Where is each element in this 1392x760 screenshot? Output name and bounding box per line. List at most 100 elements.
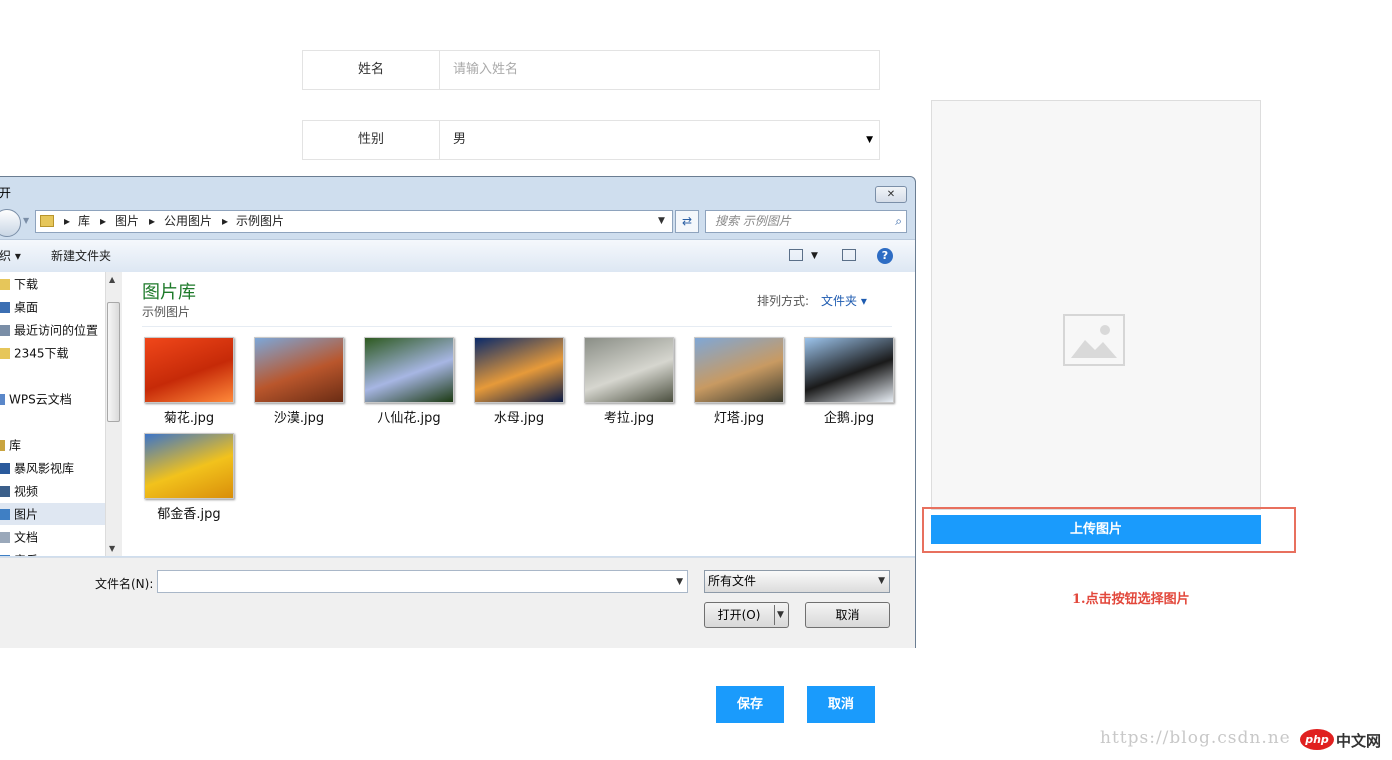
chevron-down-icon[interactable]: ▼ — [658, 211, 665, 232]
video-icon — [0, 486, 10, 497]
divider — [142, 326, 892, 327]
sidebar-item-pictures[interactable]: 图片 — [0, 503, 105, 525]
file-thumbnail[interactable] — [144, 337, 234, 403]
file-item[interactable]: 菊花.jpg — [141, 337, 237, 426]
breadcrumb-item[interactable]: 库 — [78, 211, 90, 232]
sidebar-item-wps-cloud[interactable]: WPS云文档 — [0, 388, 105, 410]
sidebar-item-label: WPS云文档 — [9, 392, 72, 407]
file-thumbnail[interactable] — [694, 337, 784, 403]
desktop-icon — [0, 302, 10, 313]
sidebar-scrollbar[interactable]: ▲ ▼ — [105, 272, 122, 556]
file-name[interactable]: 郁金香.jpg — [141, 503, 237, 522]
upload-tip: 1.点击按钮选择图片 — [1072, 592, 1190, 607]
gender-select[interactable]: 男 — [453, 121, 466, 159]
address-bar[interactable]: ▸ 库 ▸ 图片 ▸ 公用图片 ▸ 示例图片 ▼ — [35, 210, 673, 233]
breadcrumb-separator[interactable]: ▸ — [149, 211, 155, 232]
file-thumbnail[interactable] — [254, 337, 344, 403]
file-thumbnail[interactable] — [364, 337, 454, 403]
refresh-icon[interactable]: ⇄ — [675, 210, 699, 233]
file-item[interactable]: 考拉.jpg — [581, 337, 677, 426]
chevron-down-icon[interactable]: ▼ — [777, 603, 784, 627]
scroll-up-icon[interactable]: ▲ — [109, 275, 115, 284]
sidebar-item-music[interactable]: 音乐 — [0, 549, 105, 556]
file-item[interactable]: 企鹅.jpg — [801, 337, 897, 426]
view-options-icon[interactable] — [789, 249, 803, 261]
sidebar-item-label: 库 — [9, 438, 22, 453]
file-name[interactable]: 水母.jpg — [471, 407, 567, 426]
filename-label: 文件名(N): — [95, 577, 154, 591]
file-item[interactable]: 郁金香.jpg — [141, 433, 237, 522]
sidebar-item-label: 音乐 — [14, 554, 38, 557]
file-thumbnail[interactable] — [584, 337, 674, 403]
breadcrumb-item[interactable]: 公用图片 — [164, 211, 212, 232]
save-button[interactable]: 保存 — [716, 686, 784, 723]
file-name[interactable]: 考拉.jpg — [581, 407, 677, 426]
search-icon[interactable]: ⌕ — [895, 211, 902, 232]
file-name[interactable]: 灯塔.jpg — [691, 407, 787, 426]
breadcrumb-separator[interactable]: ▸ — [64, 211, 70, 232]
cloud-doc-icon — [0, 394, 5, 405]
sort-label: 排列方式: — [757, 294, 810, 308]
sidebar-item-recent[interactable]: 最近访问的位置 — [0, 319, 105, 341]
sidebar-item-2345-downloads[interactable]: 2345下载 — [0, 342, 105, 364]
sidebar-item-label: 图片 — [14, 507, 39, 522]
help-icon[interactable]: ? — [877, 248, 893, 264]
breadcrumb-separator[interactable]: ▸ — [222, 211, 228, 232]
sidebar-item-baofeng[interactable]: 暴风影视库 — [0, 457, 105, 479]
file-thumbnail[interactable] — [804, 337, 894, 403]
file-item[interactable]: 沙漠.jpg — [251, 337, 347, 426]
file-open-dialog: 开 ✕ ▼ ▸ 库 ▸ 图片 ▸ 公用图片 ▸ 示例图片 ▼ ⇄ 搜索 示例图片… — [0, 176, 916, 648]
file-item[interactable]: 八仙花.jpg — [361, 337, 457, 426]
chevron-down-icon[interactable]: ▼ — [676, 571, 683, 594]
breadcrumb-item[interactable]: 图片 — [115, 211, 139, 232]
breadcrumb-separator[interactable]: ▸ — [100, 211, 106, 232]
php-logo-icon: php — [1300, 729, 1334, 750]
sidebar-item-documents[interactable]: 文档 — [0, 526, 105, 548]
file-name[interactable]: 菊花.jpg — [141, 407, 237, 426]
sidebar-item-desktop[interactable]: 桌面 — [0, 296, 105, 318]
library-subtitle: 示例图片 — [142, 305, 191, 319]
file-thumbnail[interactable] — [474, 337, 564, 403]
file-name[interactable]: 企鹅.jpg — [801, 407, 897, 426]
dialog-cancel-button[interactable]: 取消 — [805, 602, 890, 628]
chevron-down-icon[interactable]: ▼ — [866, 121, 873, 159]
sidebar-item-label: 暴风影视库 — [14, 461, 75, 476]
history-dropdown-icon[interactable]: ▼ — [23, 216, 29, 225]
file-name[interactable]: 沙漠.jpg — [251, 407, 347, 426]
file-item[interactable]: 水母.jpg — [471, 337, 567, 426]
sidebar-item-libraries[interactable]: 库 — [0, 434, 105, 456]
sidebar-item-videos[interactable]: 视频 — [0, 480, 105, 502]
name-label: 姓名 — [303, 51, 440, 89]
preview-pane-icon[interactable] — [842, 249, 856, 261]
sidebar-item-label: 文档 — [14, 530, 39, 545]
back-button[interactable] — [0, 209, 21, 237]
close-icon[interactable]: ✕ — [875, 186, 907, 203]
gender-label: 性别 — [303, 121, 440, 159]
name-row: 姓名 请输入姓名 — [302, 50, 880, 90]
chevron-down-icon[interactable]: ▼ — [878, 571, 885, 592]
search-input[interactable]: 搜索 示例图片 ⌕ — [705, 210, 907, 233]
divider — [774, 605, 775, 625]
filename-input[interactable]: ▼ — [157, 570, 688, 593]
file-item[interactable]: 灯塔.jpg — [691, 337, 787, 426]
sidebar-item-downloads[interactable]: 下载 — [0, 273, 105, 295]
breadcrumb-item[interactable]: 示例图片 — [236, 211, 284, 232]
sidebar-item-label: 桌面 — [14, 300, 39, 315]
file-name[interactable]: 八仙花.jpg — [361, 407, 457, 426]
chevron-down-icon[interactable]: ▼ — [811, 240, 818, 272]
navigation-pane: 下载 桌面 最近访问的位置 2345下载 WPS云文档 库 暴风影视库 视频 图… — [0, 272, 105, 556]
organize-menu[interactable]: 织 ▾ — [0, 240, 21, 272]
open-button[interactable]: 打开(O) ▼ — [704, 602, 789, 628]
name-input[interactable]: 请输入姓名 — [453, 51, 518, 89]
scroll-down-icon[interactable]: ▼ — [109, 544, 115, 553]
sort-dropdown[interactable]: 文件夹 ▾ — [821, 292, 867, 309]
new-folder-button[interactable]: 新建文件夹 — [51, 240, 111, 272]
cancel-button[interactable]: 取消 — [807, 686, 875, 723]
file-thumbnail[interactable] — [144, 433, 234, 499]
upload-image-button[interactable]: 上传图片 — [931, 515, 1261, 544]
file-type-select[interactable]: 所有文件 ▼ — [704, 570, 890, 593]
scrollbar-thumb[interactable] — [107, 302, 120, 422]
library-title: 图片库 — [142, 282, 196, 303]
open-button-label: 打开(O) — [717, 608, 761, 622]
dialog-title: 开 — [0, 186, 12, 200]
